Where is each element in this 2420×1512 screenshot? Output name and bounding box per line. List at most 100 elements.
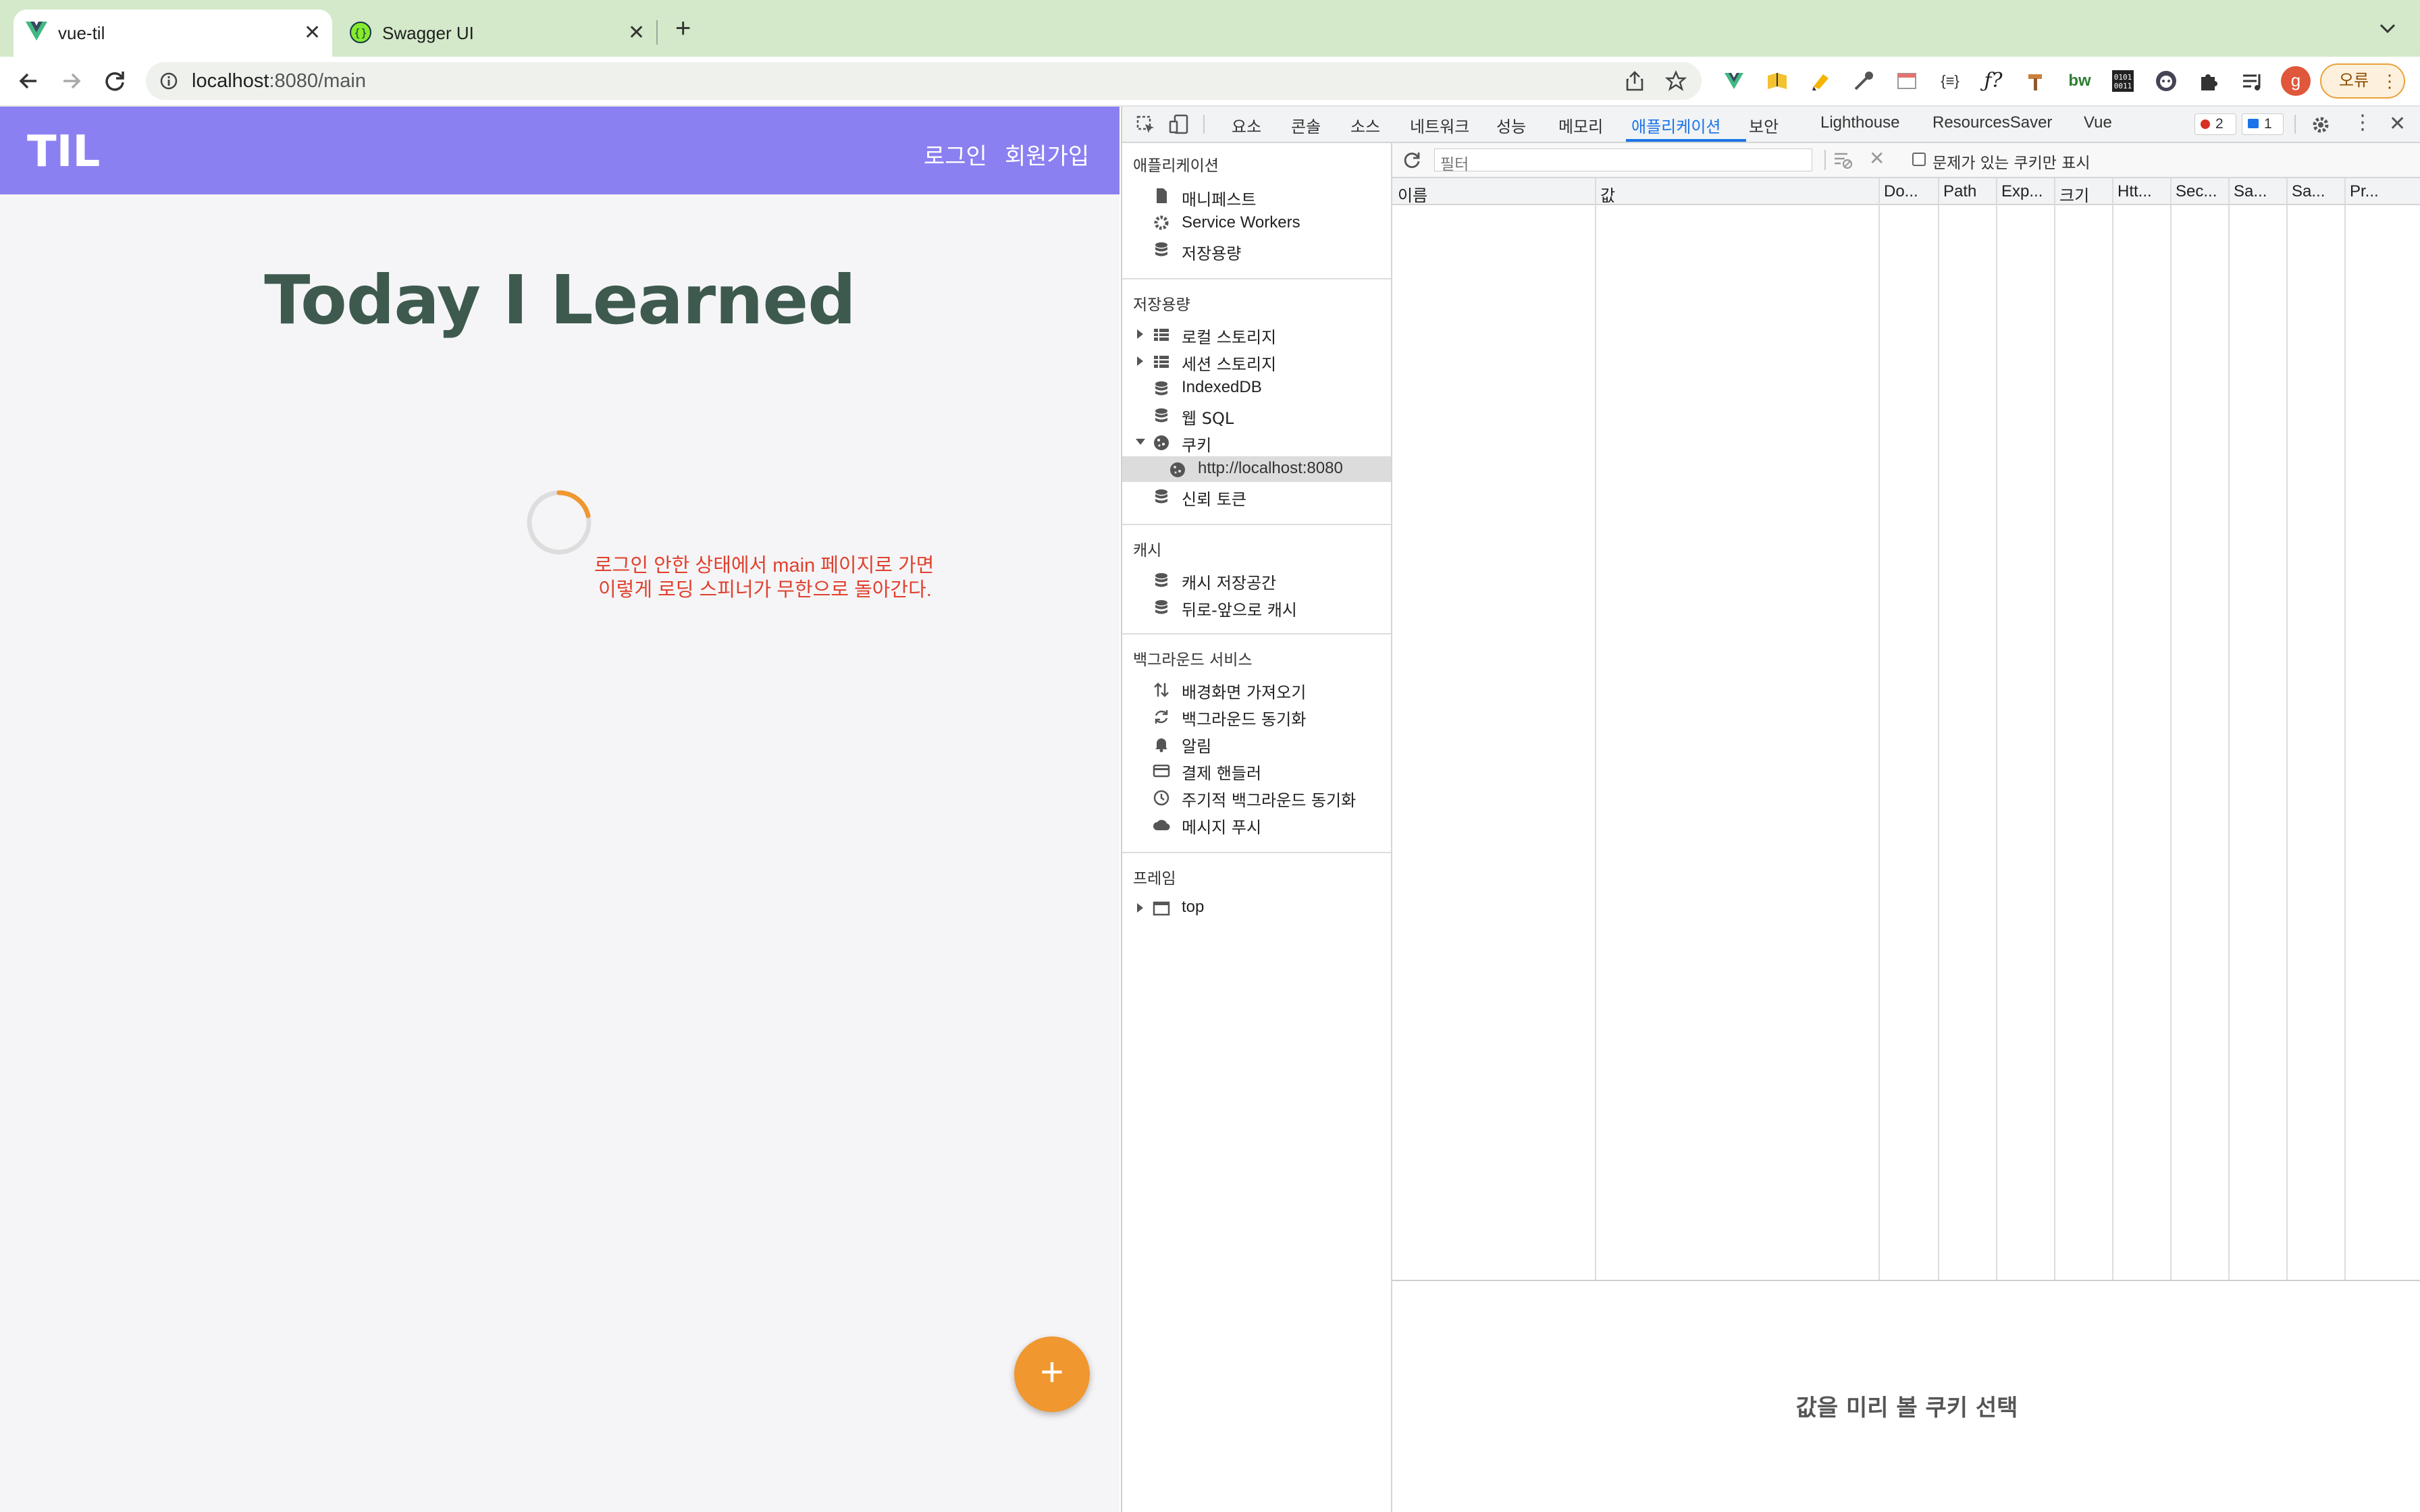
cookie-filter-input[interactable]: 필터	[1434, 148, 1812, 173]
sidebar-item-payment-handler[interactable]: 결제 핸들러	[1182, 760, 1261, 784]
settings-gear-icon[interactable]	[2311, 115, 2331, 135]
tab-security[interactable]: 보안	[1749, 113, 1779, 137]
tab-elements[interactable]: 요소	[1232, 113, 1261, 137]
column-name[interactable]: 이름	[1398, 182, 1594, 206]
table-preview-splitter[interactable]	[1392, 1280, 2420, 1281]
profile-avatar[interactable]: g	[2281, 66, 2311, 96]
column-domain[interactable]: Do...	[1884, 182, 1938, 201]
json-extension-icon[interactable]: {≡}	[1937, 68, 1964, 94]
column-samesite[interactable]: Sa...	[2234, 182, 2288, 201]
close-devtools-icon[interactable]: ✕	[2389, 112, 2406, 136]
section-background-services: 백그라운드 서비스	[1133, 651, 1253, 669]
window-extension-icon[interactable]	[1893, 68, 1920, 94]
sidebar-item-cookies[interactable]: 쿠키	[1182, 432, 1211, 456]
sidebar-item-local-storage[interactable]: 로컬 스토리지	[1182, 324, 1276, 348]
eyedropper-extension-icon[interactable]	[1850, 68, 1877, 94]
sidebar-item-service-workers[interactable]: Service Workers	[1182, 213, 1300, 232]
tab-performance[interactable]: 성능	[1496, 113, 1526, 137]
tab-sources[interactable]: 소스	[1350, 113, 1380, 137]
reading-list-icon[interactable]	[2239, 68, 2266, 94]
clear-filtered-cookies-icon[interactable]	[1833, 150, 1854, 170]
sidebar-item-indexeddb[interactable]: IndexedDB	[1182, 378, 1262, 397]
expand-arrow-icon[interactable]	[1137, 903, 1143, 913]
sidebar-item-cookie-origin[interactable]: http://localhost:8080	[1198, 459, 1343, 478]
sidebar-item-background-sync[interactable]: 백그라운드 동기화	[1182, 706, 1306, 730]
column-value[interactable]: 값	[1600, 182, 1877, 206]
expand-arrow-icon[interactable]	[1137, 356, 1143, 366]
sidebar-item-push-messaging[interactable]: 메시지 푸시	[1182, 814, 1261, 838]
inspect-element-icon[interactable]	[1136, 115, 1156, 135]
tab-memory[interactable]: 메모리	[1558, 113, 1603, 137]
collapse-arrow-icon[interactable]	[1136, 439, 1145, 445]
column-size[interactable]: 크기	[2059, 182, 2113, 206]
bw-extension-icon[interactable]: bw	[2066, 68, 2093, 94]
sidebar-item-trust-tokens[interactable]: 신뢰 토큰	[1182, 486, 1246, 510]
sidebar-item-manifest[interactable]: 매니페스트	[1182, 186, 1256, 210]
bookmark-star-icon[interactable]	[1665, 70, 1687, 92]
binary-extension-icon[interactable]: 0101 0011	[2109, 68, 2136, 94]
signup-link[interactable]: 회원가입	[1005, 138, 1089, 171]
only-issues-checkbox[interactable]	[1912, 153, 1926, 166]
tab-console[interactable]: 콘솔	[1291, 113, 1321, 137]
sidebar-item-web-sql[interactable]: 웹 SQL	[1182, 405, 1234, 429]
reload-icon[interactable]	[103, 69, 127, 93]
app-logo[interactable]: TIL	[27, 127, 100, 177]
puzzle-extensions-icon[interactable]	[2196, 68, 2223, 94]
back-icon[interactable]	[16, 69, 41, 93]
tab-vue[interactable]: Vue	[2084, 113, 2112, 132]
sidebar-item-bfcache[interactable]: 뒤로-앞으로 캐시	[1182, 597, 1297, 620]
new-tab-icon[interactable]: +	[675, 15, 691, 42]
browser-error-button[interactable]: 오류 ⋮	[2320, 63, 2405, 99]
add-post-button[interactable]: +	[1014, 1336, 1090, 1412]
column-secure[interactable]: Sec...	[2176, 182, 2230, 201]
formula-extension-icon[interactable]: ƒ?	[1980, 68, 2007, 94]
browser-tab-vue-til[interactable]: vue-til ✕	[14, 9, 332, 57]
folder-extension-icon[interactable]	[1764, 68, 1791, 94]
cookie-table-header: 이름 값 Do... Path Exp... 크기 Htt... Sec... …	[1392, 178, 2420, 205]
sidebar-item-background-fetch[interactable]: 배경화면 가져오기	[1182, 679, 1306, 703]
column-divider	[1938, 178, 1939, 1281]
url-host: localhost	[192, 70, 269, 92]
column-path[interactable]: Path	[1943, 182, 1997, 201]
highlighter-extension-icon[interactable]	[1807, 68, 1834, 94]
browser-tab-swagger[interactable]: {} Swagger UI ✕	[338, 9, 655, 57]
tab-lighthouse[interactable]: Lighthouse	[1820, 113, 1899, 132]
share-icon[interactable]	[1625, 70, 1645, 92]
sidebar-item-session-storage[interactable]: 세션 스토리지	[1182, 351, 1276, 375]
message-count: 1	[2264, 116, 2272, 132]
clear-all-icon[interactable]: ✕	[1869, 147, 1885, 169]
cat-extension-icon[interactable]	[2153, 68, 2180, 94]
more-vert-icon: ⋮	[2381, 71, 2398, 91]
close-tab-icon[interactable]: ✕	[628, 22, 645, 45]
expand-arrow-icon[interactable]	[1137, 329, 1143, 339]
close-tab-icon[interactable]: ✕	[304, 22, 321, 45]
address-bar[interactable]: localhost:8080/main	[146, 62, 1702, 100]
sidebar-item-periodic-sync[interactable]: 주기적 백그라운드 동기화	[1182, 787, 1356, 811]
devtools-panel: 요소 콘솔 소스 네트워크 성능 메모리 애플리케이션 보안 Lighthous…	[1121, 107, 2420, 1512]
device-toolbar-icon[interactable]	[1168, 113, 1190, 135]
column-priority[interactable]: Pr...	[2350, 182, 2417, 201]
message-count-badge[interactable]: 1	[2242, 113, 2284, 135]
tab-search-chevron-icon[interactable]	[2379, 23, 2396, 34]
column-divider	[2344, 178, 2346, 1281]
tab-divider	[656, 20, 658, 45]
site-info-icon[interactable]	[159, 72, 178, 90]
sidebar-item-frame-top[interactable]: top	[1182, 898, 1204, 917]
vue-devtools-extension-icon[interactable]	[1720, 68, 1747, 94]
annotation-line-2: 이렇게 로딩 스피너가 무한으로 돌아간다.	[598, 579, 932, 601]
error-count-badge[interactable]: 2	[2194, 113, 2236, 135]
refresh-icon[interactable]	[1402, 150, 1422, 170]
column-sameparty[interactable]: Sa...	[2292, 182, 2346, 201]
tab-resourcessaver[interactable]: ResourcesSaver	[1932, 113, 2052, 132]
tab-network[interactable]: 네트워크	[1410, 113, 1469, 137]
login-link[interactable]: 로그인	[924, 138, 987, 171]
hammer-extension-icon[interactable]	[2023, 68, 2050, 94]
tab-application[interactable]: 애플리케이션	[1631, 113, 1720, 137]
column-expires[interactable]: Exp...	[2001, 182, 2055, 201]
sidebar-item-cache-storage[interactable]: 캐시 저장공간	[1182, 570, 1276, 593]
forward-icon[interactable]	[59, 69, 84, 93]
sidebar-item-storage[interactable]: 저장용량	[1182, 240, 1241, 264]
column-httponly[interactable]: Htt...	[2118, 182, 2172, 201]
devtools-menu-icon[interactable]: ⋮	[2352, 111, 2373, 134]
sidebar-item-notifications[interactable]: 알림	[1182, 733, 1211, 757]
